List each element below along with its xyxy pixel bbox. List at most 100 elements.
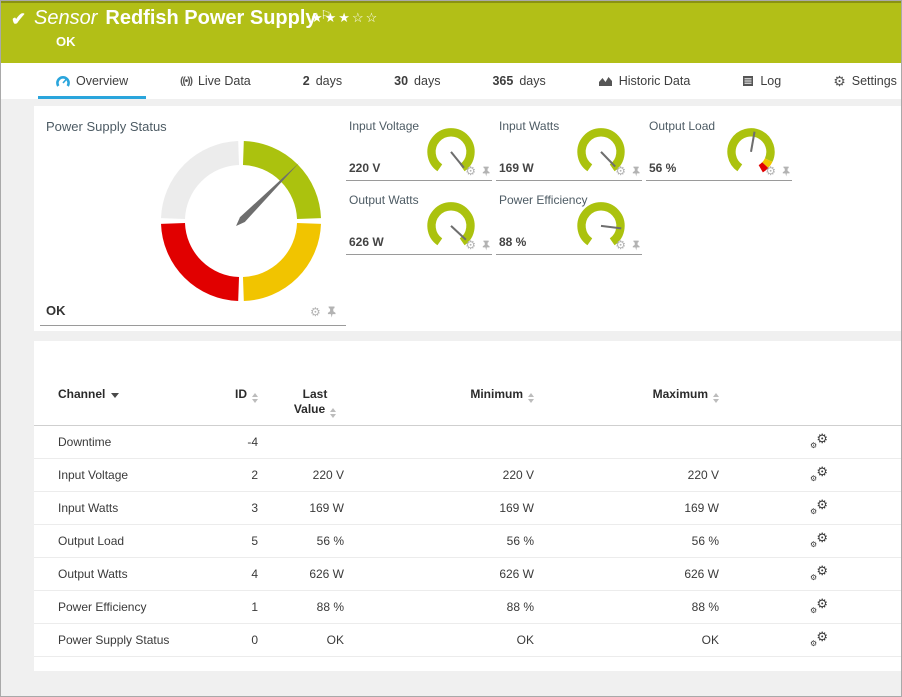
pin-icon[interactable] (782, 166, 790, 177)
channel-settings-gears-icon[interactable]: ⚙ ⚙ (810, 630, 828, 648)
log-list-icon (742, 75, 754, 87)
priority-stars[interactable]: ★★★☆☆ (311, 10, 379, 26)
gauge-settings-gear-icon[interactable]: ⚙ (310, 306, 321, 318)
gauge-settings-gear-icon[interactable]: ⚙ (465, 165, 476, 177)
channel-settings-gears-icon[interactable]: ⚙ ⚙ (810, 432, 828, 450)
pin-icon[interactable] (482, 166, 490, 177)
table-row-input-voltage[interactable]: Input Voltage 2 220 V 220 V 220 V ⚙ ⚙ (34, 459, 901, 492)
column-header-maximum[interactable]: Maximum (534, 387, 719, 403)
tab-2-days-number: 2 (302, 74, 310, 88)
gauge-settings-gear-icon[interactable]: ⚙ (615, 165, 626, 177)
channel-id: 2 (251, 468, 258, 482)
column-header-last-value[interactable]: Last Value (258, 387, 344, 418)
gauge-needle (450, 151, 465, 169)
channel-id: 1 (251, 600, 258, 614)
tab-2-days[interactable]: 2 days (303, 63, 342, 99)
tab-settings-label: Settings (851, 74, 897, 88)
channel-name: Input Voltage (58, 468, 129, 482)
mini-gauge-value: 220 V (349, 161, 381, 175)
mini-gauge-input-voltage: Input Voltage 220 V ⚙ (346, 118, 492, 181)
mini-gauge-output-watts: Output Watts 626 W ⚙ (346, 192, 492, 255)
channel-id: 5 (251, 534, 258, 548)
gauge-settings-gear-icon[interactable]: ⚙ (615, 239, 626, 251)
settings-gear-icon: ⚙ (833, 73, 846, 89)
channel-maximum: 626 W (684, 567, 719, 581)
mini-gauge-title: Input Voltage (349, 119, 420, 133)
mini-gauge-value: 56 % (649, 161, 677, 175)
channel-id: -4 (247, 435, 258, 449)
channel-name: Downtime (58, 435, 112, 449)
table-row-output-load[interactable]: Output Load 5 56 % 56 % 56 % ⚙ ⚙ (34, 525, 901, 558)
tab-log-label: Log (760, 74, 782, 88)
tab-settings[interactable]: ⚙ Settings (833, 63, 897, 99)
mini-gauge-actions: ⚙ (765, 165, 790, 177)
tab-live-data-label: Live Data (197, 74, 251, 88)
pin-icon[interactable] (632, 240, 640, 251)
pin-icon[interactable] (632, 166, 640, 177)
channel-name: Power Efficiency (58, 600, 147, 614)
table-row-input-watts[interactable]: Input Watts 3 169 W 169 W 169 W ⚙ ⚙ (34, 492, 901, 525)
pin-icon[interactable] (327, 306, 336, 318)
channel-last-value: 169 W (309, 501, 344, 515)
page-title: Redfish Power Supply (105, 7, 317, 29)
mini-gauge-value: 626 W (349, 235, 384, 249)
tab-live-data[interactable]: ((•)) Live Data (180, 63, 251, 99)
channel-table-panel: Channel ID Last Value Minimum Maximum Do… (34, 341, 901, 671)
tab-365-days[interactable]: 365 days (492, 63, 545, 99)
channel-last-value: OK (326, 633, 344, 647)
channel-settings-gears-icon[interactable]: ⚙ ⚙ (810, 597, 828, 615)
tab-365-days-unit: days (519, 74, 546, 88)
channel-minimum: 220 V (502, 468, 534, 482)
table-row-power-efficiency[interactable]: Power Efficiency 1 88 % 88 % 88 % ⚙ ⚙ (34, 591, 901, 624)
gauge-settings-gear-icon[interactable]: ⚙ (765, 165, 776, 177)
channel-last-value: 56 % (316, 534, 344, 548)
channel-name: Output Load (58, 534, 125, 548)
sensor-header: ✔ Sensor Redfish Power Supply ⚐ ★★★☆☆ OK (1, 1, 901, 63)
area-chart-icon (598, 75, 613, 87)
sort-icon (713, 393, 719, 403)
gauge-settings-gear-icon[interactable]: ⚙ (465, 239, 476, 251)
tab-30-days-number: 30 (394, 74, 409, 88)
channel-last-value: 220 V (312, 468, 344, 482)
column-header-minimum[interactable]: Minimum (344, 387, 534, 403)
mini-gauge-actions: ⚙ (615, 239, 640, 251)
status-gauge-divider (40, 325, 346, 326)
tab-historic-data[interactable]: Historic Data (598, 63, 691, 99)
tab-30-days[interactable]: 30 days (394, 63, 440, 99)
pin-icon[interactable] (482, 240, 490, 251)
channel-settings-gears-icon[interactable]: ⚙ ⚙ (810, 564, 828, 582)
channel-name: Output Watts (58, 567, 128, 581)
mini-gauge-title: Output Load (649, 119, 716, 133)
channel-settings-gears-icon[interactable]: ⚙ ⚙ (810, 465, 828, 483)
channel-maximum: 88 % (691, 600, 719, 614)
table-row-downtime[interactable]: Downtime -4 ⚙ ⚙ (34, 426, 901, 459)
gauge-needle (600, 151, 616, 168)
channel-settings-gears-icon[interactable]: ⚙ ⚙ (810, 531, 828, 549)
column-header-id[interactable]: ID (214, 387, 258, 403)
table-row-power-supply-status[interactable]: Power Supply Status 0 OK OK OK ⚙ ⚙ (34, 624, 901, 657)
channel-maximum: 169 W (684, 501, 719, 515)
mini-gauge-empty-cell (646, 192, 792, 255)
mini-gauge-title: Input Watts (499, 119, 560, 133)
channel-last-value: 626 W (309, 567, 344, 581)
mini-gauge-actions: ⚙ (615, 165, 640, 177)
status-gauge-title: Power Supply Status (46, 119, 167, 134)
tab-historic-data-label: Historic Data (618, 74, 691, 88)
sort-desc-icon (111, 393, 120, 398)
live-data-icon: ((•)) (180, 75, 193, 87)
table-row-output-watts[interactable]: Output Watts 4 626 W 626 W 626 W ⚙ ⚙ (34, 558, 901, 591)
mini-gauge-title: Output Watts (349, 193, 419, 207)
column-header-channel[interactable]: Channel (34, 387, 214, 401)
status-gauge-actions: ⚙ (310, 306, 336, 318)
channel-settings-gears-icon[interactable]: ⚙ ⚙ (810, 498, 828, 516)
channel-table-header: Channel ID Last Value Minimum Maximum (34, 341, 901, 426)
tab-2-days-unit: days (315, 74, 343, 88)
page-content: Power Supply Status OK ⚙ Input Voltage 2… (1, 99, 901, 696)
channel-minimum: 88 % (506, 600, 534, 614)
tab-overview[interactable]: Overview (37, 63, 147, 99)
channel-minimum: 626 W (499, 567, 534, 581)
tab-30-days-unit: days (414, 74, 441, 88)
tab-log[interactable]: Log (742, 63, 781, 99)
gauges-panel: Power Supply Status OK ⚙ Input Voltage 2… (34, 106, 901, 331)
channel-minimum: 169 W (499, 501, 534, 515)
